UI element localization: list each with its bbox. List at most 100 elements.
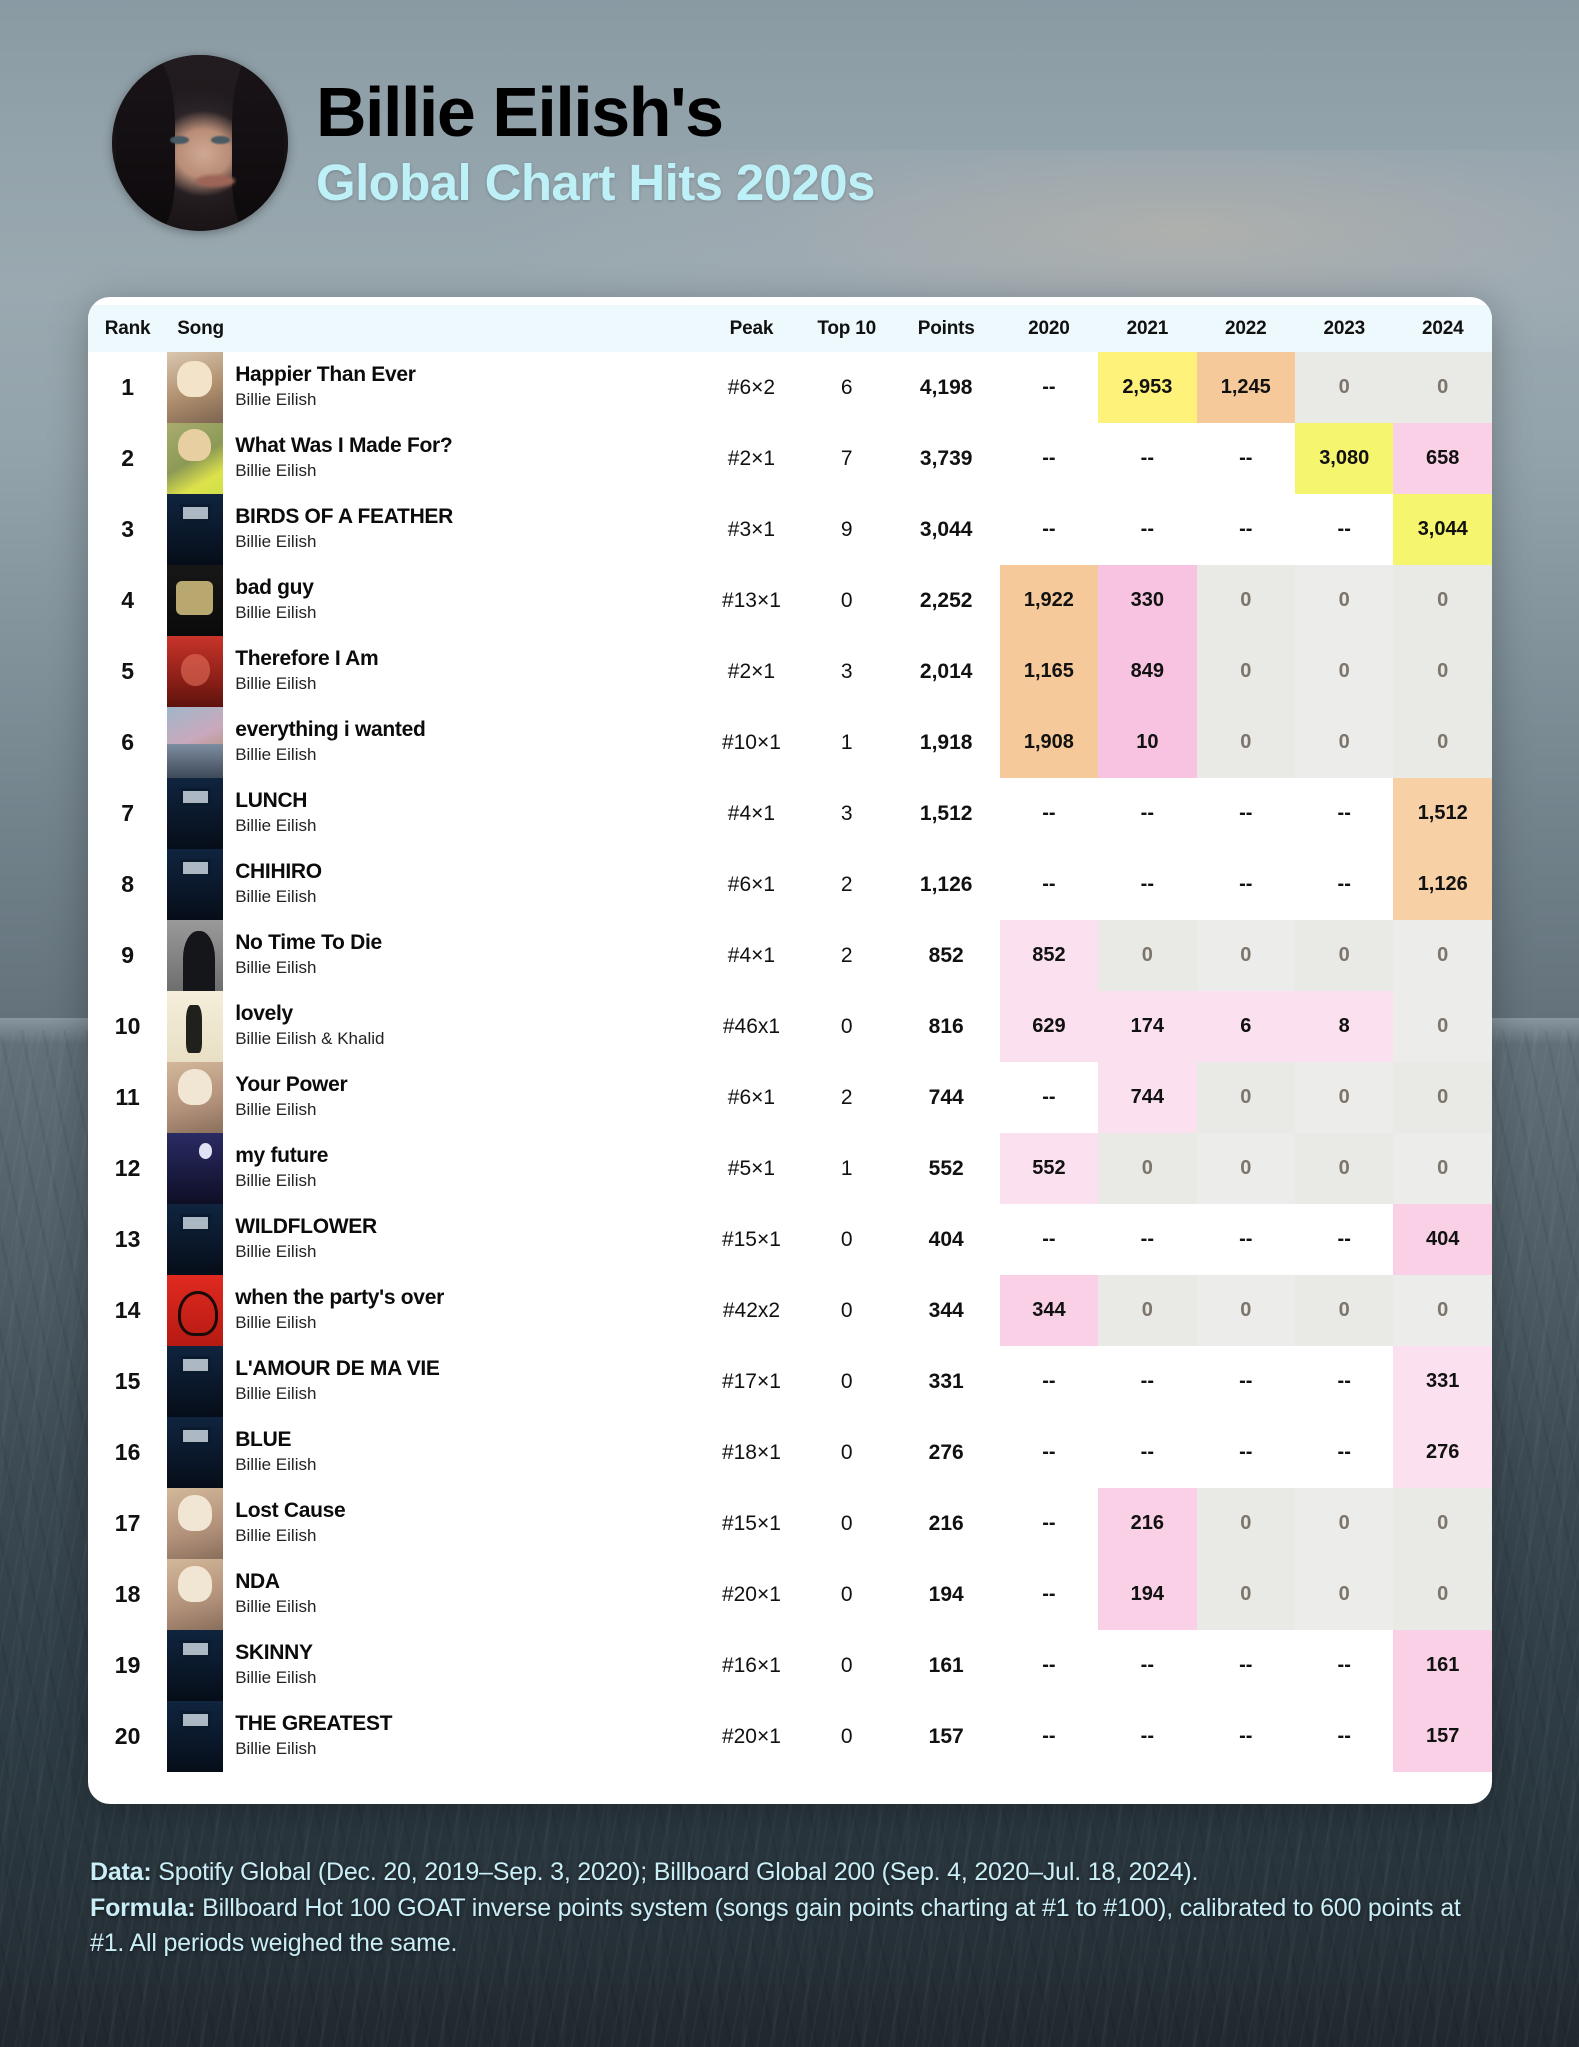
song-title: LUNCH [235,789,308,813]
row-top10: 0 [840,1653,853,1677]
row-song[interactable]: my future Billie Eilish [167,1133,702,1204]
row-song[interactable]: CHIHIRO Billie Eilish [167,849,702,920]
column-header-2020[interactable]: 2020 [999,305,1099,352]
row-peak: #15×1 [721,1227,781,1251]
table-row[interactable]: 5 Therefore I Am Billie Eilish #2×1 3 2,014 1,… [88,636,1492,707]
row-top10: 0 [840,1227,853,1251]
row-song[interactable]: LUNCH Billie Eilish [167,778,702,849]
column-header-2024[interactable]: 2024 [1393,305,1492,352]
row-song[interactable]: Lost Cause Billie Eilish [167,1488,702,1559]
page-header: Billie Eilish's Global Chart Hits 2020s [0,0,1579,300]
song-artist: Billie Eilish [235,531,317,551]
row-year-2023: -- [1337,1441,1351,1463]
table-row[interactable]: 18 NDA Billie Eilish #20×1 0 194 -- 194 0 0 0 [88,1559,1492,1630]
table-row[interactable]: 9 No Time To Die Billie Eilish #4×1 2 852 852 0… [88,920,1492,991]
row-year-2023: 3,080 [1295,423,1394,494]
column-header-song[interactable]: Song [167,305,703,352]
row-points: 2,014 [919,659,973,683]
table-row[interactable]: 8 CHIHIRO Billie Eilish #6×1 2 1,126 -- -- -- -- 1… [88,849,1492,920]
table-row[interactable]: 7 LUNCH Billie Eilish #4×1 3 1,512 -- -- -- -- 1,5… [88,778,1492,849]
table-row[interactable]: 12 my future Billie Eilish #5×1 1 552 552 0 0 0 0 [88,1133,1492,1204]
row-points: 1,126 [919,872,973,896]
row-song[interactable]: Therefore I Am Billie Eilish [167,636,702,707]
row-peak: #20×1 [721,1724,781,1748]
table-row[interactable]: 13 WILDFLOWER Billie Eilish #15×1 0 404 -- -- --… [88,1204,1492,1275]
table-row[interactable]: 11 Your Power Billie Eilish #6×1 2 744 -- 744 0 0… [88,1062,1492,1133]
row-year-2021: 0 [1098,920,1197,991]
row-points: 161 [928,1653,964,1677]
column-header-points[interactable]: Points [892,305,1000,352]
column-header-2021[interactable]: 2021 [1098,305,1197,352]
row-year-2021: -- [1140,1725,1154,1747]
row-year-2022: -- [1239,873,1253,895]
row-song[interactable]: No Time To Die Billie Eilish [167,920,702,991]
row-song[interactable]: WILDFLOWER Billie Eilish [167,1204,702,1275]
row-year-2024: 0 [1393,1062,1492,1133]
song-title: THE GREATEST [235,1712,393,1736]
row-song[interactable]: SKINNY Billie Eilish [167,1630,702,1701]
column-header-rank[interactable]: Rank [88,305,168,352]
table-row[interactable]: 16 BLUE Billie Eilish #18×1 0 276 -- -- -- -- 276 [88,1417,1492,1488]
song-artist: Billie Eilish [235,1596,317,1616]
song-artist: Billie Eilish [235,1454,317,1474]
table-row[interactable]: 4 bad guy Billie Eilish #13×1 0 2,252 1,922 330… [88,565,1492,636]
row-song[interactable]: What Was I Made For? Billie Eilish [167,423,702,494]
row-peak: #13×1 [721,588,781,612]
row-song[interactable]: when the party's over Billie Eilish [167,1275,702,1346]
row-top10: 3 [840,801,853,825]
table-row[interactable]: 15 L'AMOUR DE MA VIE Billie Eilish #17×1 0 33… [88,1346,1492,1417]
row-song[interactable]: NDA Billie Eilish [167,1559,702,1630]
row-points: 331 [928,1369,964,1393]
row-year-2023: 0 [1295,920,1394,991]
row-song[interactable]: bad guy Billie Eilish [167,565,702,636]
row-points: 744 [928,1085,964,1109]
column-header-2022[interactable]: 2022 [1196,305,1295,352]
row-rank: 1 [121,374,134,400]
table-row[interactable]: 1 Happier Than Ever Billie Eilish #6×2 6 4,19… [88,352,1492,423]
column-header-2023[interactable]: 2023 [1295,305,1394,352]
row-year-2021: -- [1140,1370,1154,1392]
row-song[interactable]: everything i wanted Billie Eilish [167,707,702,778]
page-subtitle: Global Chart Hits 2020s [316,153,875,211]
album-art-thumbnail [167,1701,224,1772]
row-top10: 2 [840,1085,853,1109]
row-rank: 14 [114,1297,141,1323]
row-year-2024: 157 [1393,1701,1492,1772]
row-rank: 19 [114,1652,141,1678]
row-song[interactable]: Happier Than Ever Billie Eilish [167,352,702,423]
row-year-2020: -- [1042,1228,1056,1250]
row-year-2021: -- [1140,1228,1154,1250]
row-year-2020: 552 [999,1133,1099,1204]
row-points: 276 [928,1440,964,1464]
row-song[interactable]: BIRDS OF A FEATHER Billie Eilish [167,494,702,565]
table-row[interactable]: 10 lovely Billie Eilish & Khalid #46x1 0 816 6… [88,991,1492,1062]
table-row[interactable]: 2 What Was I Made For? Billie Eilish #2×1 7 3… [88,423,1492,494]
row-year-2024: 3,044 [1393,494,1492,565]
row-song[interactable]: BLUE Billie Eilish [167,1417,702,1488]
row-song[interactable]: Your Power Billie Eilish [167,1062,702,1133]
row-top10: 0 [840,1369,853,1393]
column-header-peak[interactable]: Peak [702,305,801,352]
row-year-2022: 0 [1196,1133,1295,1204]
row-song[interactable]: lovely Billie Eilish & Khalid [167,991,702,1062]
song-title: BIRDS OF A FEATHER [235,505,454,529]
column-header-top10[interactable]: Top 10 [800,305,893,352]
table-row[interactable]: 14 when the party's over Billie Eilish #42x… [88,1275,1492,1346]
row-top10: 0 [840,1014,853,1038]
table-row[interactable]: 19 SKINNY Billie Eilish #16×1 0 161 -- -- -- -- 16… [88,1630,1492,1701]
row-peak: #6×2 [727,375,776,399]
table-row[interactable]: 20 THE GREATEST Billie Eilish #20×1 0 157 -- --… [88,1701,1492,1772]
footer-formula-text: Billboard Hot 100 GOAT inverse points sy… [90,1893,1461,1958]
table-row[interactable]: 17 Lost Cause Billie Eilish #15×1 0 216 -- 216 0… [88,1488,1492,1559]
row-year-2020: -- [1042,1583,1056,1605]
row-peak: #42x2 [722,1298,781,1322]
table-row[interactable]: 6 everything i wanted Billie Eilish #10×1 1 1… [88,707,1492,778]
row-song[interactable]: L'AMOUR DE MA VIE Billie Eilish [167,1346,702,1417]
song-title: my future [235,1144,329,1168]
table-row[interactable]: 3 BIRDS OF A FEATHER Billie Eilish #3×1 9 3,0… [88,494,1492,565]
row-year-2024: 404 [1393,1204,1492,1275]
row-year-2024: 0 [1393,636,1492,707]
album-art-thumbnail [167,1133,224,1204]
row-song[interactable]: THE GREATEST Billie Eilish [167,1701,702,1772]
row-year-2022: 0 [1196,920,1295,991]
